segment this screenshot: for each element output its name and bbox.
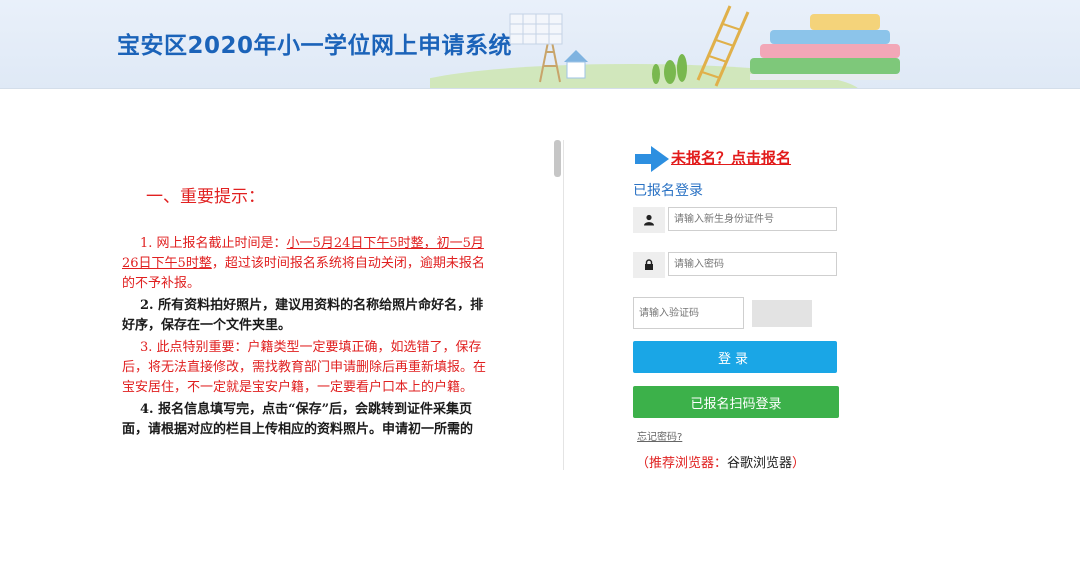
browser-tip-label: 推荐浏览器： (649, 456, 728, 471)
login-button[interactable]: 登录 (633, 341, 837, 373)
notice-item-1: 1. 网上报名截止时间是：小一5月24日下午5时整，初一5月26日下午5时整，超… (122, 234, 490, 294)
notice-item-4: 4. 报名信息填写完，点击“保存”后，会跳转到证件采集页面，请根据对应的栏目上传… (122, 402, 474, 437)
house-icon (564, 50, 588, 79)
register-link[interactable]: 未报名？点击报名 (671, 147, 791, 168)
browser-tip-close: ） (792, 456, 806, 471)
notice-body: 1. 网上报名截止时间是：小一5月24日下午5时整，初一5月26日下午5时整，超… (122, 234, 490, 442)
lock-icon (633, 252, 665, 278)
panel-divider (563, 140, 564, 470)
notice-item-2: 2. 所有资料拍好照片，建议用资料的名称给照片命好名，排好序，保存在一个文件夹里… (122, 298, 484, 333)
captcha-input[interactable] (633, 297, 744, 329)
qr-login-button[interactable]: 已报名扫码登录 (633, 386, 839, 418)
books-icon (750, 14, 900, 80)
browser-tip-open: （ (636, 456, 650, 471)
notice-item-1-prefix: 1. 网上报名截止时间是： (140, 236, 287, 251)
important-notice-panel: 一、重要提示： 1. 网上报名截止时间是：小一5月24日下午5时整，初一5月26… (118, 140, 568, 470)
browser-tip-value: 谷歌浏览器 (727, 456, 793, 471)
arrow-right-icon (635, 146, 669, 172)
password-input[interactable] (668, 252, 837, 276)
browser-recommendation: （推荐浏览器：谷歌浏览器） (636, 452, 805, 471)
forgot-password-link[interactable]: 忘记密码? (637, 428, 682, 443)
notice-scrollbar[interactable] (554, 140, 561, 177)
page-header: 宝安区2020年小一学位网上申请系统 (0, 0, 1080, 89)
login-heading: 已报名登录 (633, 183, 703, 199)
user-icon (633, 207, 665, 233)
grid-card-icon (509, 13, 563, 45)
plant-icon (652, 54, 687, 84)
captcha-image[interactable] (752, 300, 812, 327)
notice-item-3: 3. 此点特别重要：户籍类型一定要填正确，如选错了，保存后，将无法直接修改，需找… (122, 340, 487, 395)
header-illustration (430, 5, 900, 88)
notice-title: 一、重要提示： (146, 187, 265, 207)
id-number-input[interactable] (668, 207, 837, 231)
